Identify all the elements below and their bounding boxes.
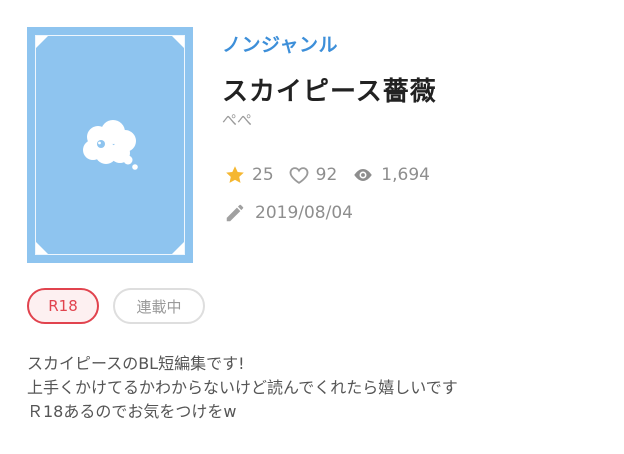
description-line: Ｒ18あるのでお気をつけをw [27, 402, 237, 421]
description-line: スカイピースのBL短編集です! [27, 354, 245, 373]
eye-icon [354, 169, 372, 181]
author-name[interactable]: ぺぺ [222, 109, 252, 130]
updated-date-value: 2019/08/04 [255, 203, 353, 223]
updated-date: 2019/08/04 [224, 201, 353, 225]
star-count-value: 25 [252, 165, 274, 185]
cover-corner-ornament [172, 36, 184, 48]
stats-row: 25 92 1,694 [224, 163, 444, 187]
star-icon [226, 166, 244, 183]
cover-corner-ornament [36, 36, 48, 48]
like-count: 92 [288, 164, 338, 186]
tag-list: R18 連載中 [27, 288, 219, 324]
cover-image[interactable] [27, 27, 193, 263]
serialization-status-badge[interactable]: 連載中 [113, 288, 205, 324]
view-count: 1,694 [351, 164, 430, 186]
heart-icon [289, 167, 309, 184]
work-description: スカイピースのBL短編集です! 上手くかけてるかわからないけど読んでくれたら嬉し… [27, 352, 607, 424]
view-count-value: 1,694 [381, 165, 430, 185]
pencil-icon [226, 204, 244, 222]
star-count: 25 [224, 164, 274, 186]
work-title: スカイピース薔薇 [222, 77, 437, 107]
thought-cloud-icon [83, 120, 138, 170]
genre-link[interactable]: ノンジャンル [222, 30, 338, 57]
description-line: 上手くかけてるかわからないけど読んでくれたら嬉しいです [27, 378, 458, 397]
like-count-value: 92 [315, 165, 338, 185]
r18-badge[interactable]: R18 [27, 288, 99, 324]
cover-corner-ornament [36, 242, 48, 254]
cover-corner-ornament [172, 242, 184, 254]
